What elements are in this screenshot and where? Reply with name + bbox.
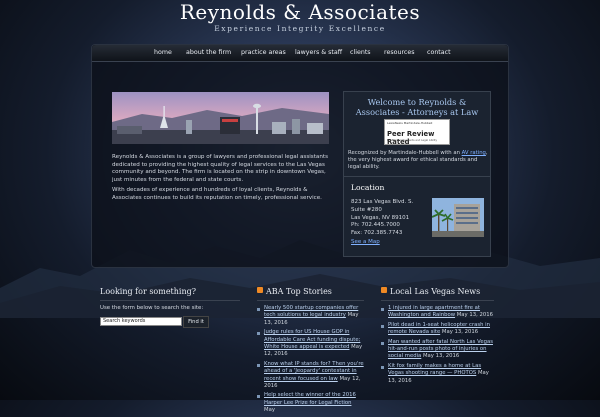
news-date: May 13, 2016: [455, 312, 493, 319]
badge-subtitle: For Ethical Standards and Legal Ability: [387, 139, 438, 142]
site-title[interactable]: Reynolds & Associates: [0, 2, 600, 22]
office-building-photo[interactable]: [432, 198, 484, 237]
vegas-news-section: Local Las Vegas News 1 injured in large …: [381, 286, 494, 387]
divider: [257, 300, 364, 301]
rss-icon: [381, 287, 387, 293]
divider: [381, 300, 494, 301]
welcome-title: Welcome to Reynolds & Associates - Attor…: [355, 97, 479, 117]
nav-clients[interactable]: clients: [350, 45, 371, 61]
address-line: Las Vegas, NV 89101: [351, 214, 410, 221]
news-link[interactable]: Kit fox family makes a home at Las Vegas…: [388, 363, 481, 376]
peer-review-badge[interactable]: LexisNexis Martindale-Hubbell Peer Revie…: [384, 119, 450, 146]
news-date: May 13, 2016: [421, 353, 460, 360]
address-block: 823 Las Vegas Blvd. S. Suite #280 Las Ve…: [351, 199, 413, 238]
vegas-news-title[interactable]: Local Las Vegas News: [381, 286, 494, 297]
list-item: Pilot dead in 1-seat helicopter crash in…: [381, 322, 494, 337]
nav-lawyers-staff[interactable]: lawyers & staff: [295, 45, 342, 61]
nav-practice-areas[interactable]: practice areas: [241, 45, 286, 61]
welcome-text: Recognized by Martindale-Hubbell with an…: [348, 150, 488, 170]
address-line: 823 Las Vegas Blvd. S.: [351, 199, 414, 205]
main-content-panel: home about the firm practice areas lawye…: [91, 44, 509, 268]
badge-brand: LexisNexis Martindale-Hubbell: [387, 121, 433, 125]
site-tagline: Experience Integrity Excellence: [214, 24, 386, 33]
site-header: Reynolds & Associates Experience Integri…: [0, 2, 600, 33]
vegas-news-list: 1 injured in large apartment fire at Was…: [381, 305, 494, 385]
list-item: Man wanted after fatal North Las Vegas h…: [381, 339, 494, 361]
nav-home[interactable]: home: [154, 45, 172, 61]
see-map-link[interactable]: See a Map: [351, 239, 380, 245]
las-vegas-skyline-image: [112, 92, 329, 144]
list-item: Kit fox family makes a home at Las Vegas…: [381, 363, 494, 385]
phone-number: Ph: 702.445.7000: [351, 222, 400, 229]
list-item: Judge rules for US House GOP in Affordab…: [257, 329, 364, 359]
list-item: 1 injured in large apartment fire at Was…: [381, 305, 494, 320]
main-nav: home about the firm practice areas lawye…: [92, 45, 508, 62]
intro-paragraph-1: Reynolds & Associates is a group of lawy…: [112, 154, 328, 183]
av-rating-link[interactable]: AV rating: [462, 150, 486, 156]
list-item: Help select the winner of the 2016 Harpe…: [257, 392, 364, 414]
aba-news-list: Nearly 500 startup companies offer tech …: [257, 305, 364, 415]
list-item: Know what IP stands for? Then you're ahe…: [257, 361, 364, 391]
nav-about[interactable]: about the firm: [186, 45, 231, 61]
rss-icon: [257, 287, 263, 293]
nav-contact[interactable]: contact: [427, 45, 451, 61]
address-line: Suite #280: [351, 206, 382, 213]
search-button[interactable]: Find it: [183, 316, 209, 328]
divider: [100, 300, 240, 301]
badge-title: Peer Review Rated: [387, 130, 435, 146]
search-description: Use the form below to search the site:: [100, 305, 204, 311]
search-title: Looking for something?: [100, 287, 197, 296]
news-link[interactable]: Help select the winner of the 2016 Harpe…: [264, 392, 356, 405]
intro-paragraph-2: With decades of experience and hundreds …: [112, 187, 322, 201]
news-date: May 13, 2016: [440, 329, 479, 336]
nav-resources[interactable]: resources: [384, 45, 415, 61]
news-date: May: [264, 407, 275, 414]
search-input[interactable]: Search keywords: [100, 317, 182, 326]
aba-news-title[interactable]: ABA Top Stories: [257, 286, 364, 297]
aba-news-section: ABA Top Stories Nearly 500 startup compa…: [257, 286, 364, 417]
list-item: Nearly 500 startup companies offer tech …: [257, 305, 364, 327]
location-box: Location 823 Las Vegas Blvd. S. Suite #2…: [343, 176, 491, 257]
search-section: Looking for something? Use the form belo…: [100, 286, 240, 328]
news-link[interactable]: Nearly 500 startup companies offer tech …: [264, 305, 358, 318]
search-form: Search keywords Find it: [100, 316, 240, 328]
fax-number: Fax: 702.385.7743: [351, 230, 403, 237]
location-title: Location: [351, 183, 385, 192]
news-link[interactable]: Judge rules for US House GOP in Affordab…: [264, 329, 360, 350]
